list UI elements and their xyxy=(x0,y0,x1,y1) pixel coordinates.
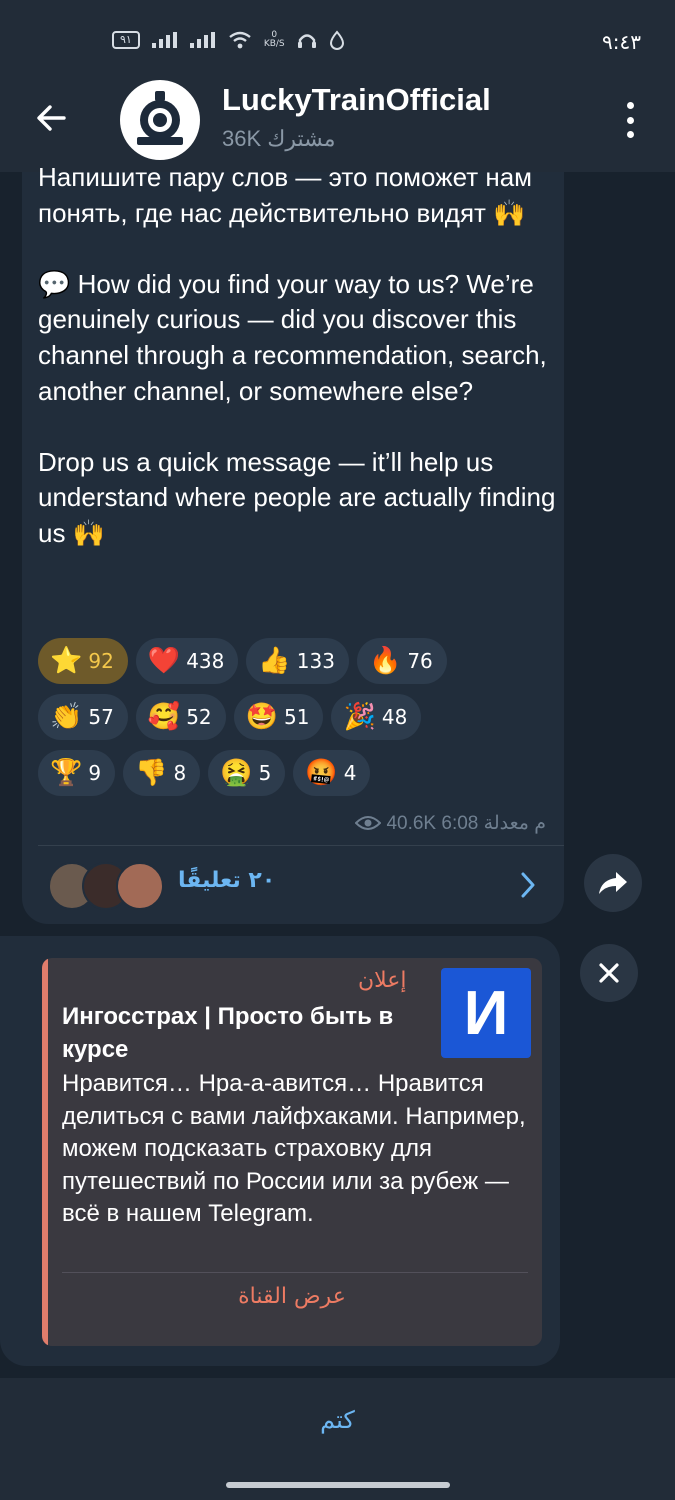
ad-logo: И xyxy=(441,968,531,1058)
message-meta: 40.6K 6:08 م معدلة xyxy=(330,812,546,835)
channel-avatar[interactable] xyxy=(120,80,200,160)
share-button[interactable] xyxy=(584,854,642,912)
reaction-count: 9 xyxy=(88,761,102,785)
star-icon: ⭐ xyxy=(50,646,83,676)
reaction-count: 438 xyxy=(186,649,225,673)
more-options-icon[interactable] xyxy=(618,102,642,138)
chat-header: LuckyTrainOfficial 36K مشترك xyxy=(0,62,675,172)
reaction-cursing[interactable]: 🤬 4 xyxy=(293,750,371,796)
star-struck-icon: 🤩 xyxy=(245,702,279,732)
clock: ٩:٤٣ xyxy=(602,30,641,54)
reaction-clap[interactable]: 👏 57 xyxy=(38,694,128,740)
paragraph-spacer xyxy=(38,409,558,445)
message-paragraph-3: Drop us a quick message — it’ll help us … xyxy=(38,446,556,548)
party-popper-icon: 🎉 xyxy=(343,702,376,732)
reaction-party[interactable]: 🎉 48 xyxy=(331,694,422,740)
message-paragraph-1: Напишите пару слов — это поможет нам пон… xyxy=(38,162,533,228)
mute-button[interactable]: كتم xyxy=(0,1406,675,1434)
signal-icon xyxy=(151,32,178,48)
ad-card[interactable]: إعلان И Ингосстрах | Просто быть в курсе… xyxy=(42,958,542,1346)
close-icon xyxy=(599,963,619,983)
trophy-icon: 🏆 xyxy=(50,758,83,788)
bottom-bar: كتم xyxy=(0,1378,675,1500)
eye-icon xyxy=(354,816,382,830)
reaction-count: 133 xyxy=(296,649,335,673)
reaction-count: 4 xyxy=(343,761,357,785)
message-text: Напишите пару слов — это поможет нам пон… xyxy=(38,160,558,552)
battery-icon: ٩١ xyxy=(112,31,140,49)
subscriber-count: 36K مشترك xyxy=(222,126,336,151)
ad-label: إعلان xyxy=(358,968,407,993)
reaction-star[interactable]: ⭐ 92 xyxy=(38,638,128,684)
close-ad-button[interactable] xyxy=(580,944,638,1002)
data-saver-icon xyxy=(329,30,344,50)
signal-icon-2 xyxy=(189,32,216,48)
comments-count[interactable]: ٢٠ تعليقًا xyxy=(178,868,275,893)
cursing-face-icon: 🤬 xyxy=(305,758,338,788)
vomit-face-icon: 🤮 xyxy=(220,758,253,788)
view-count: 40.6K xyxy=(386,813,437,834)
reaction-vomit[interactable]: 🤮 5 xyxy=(208,750,286,796)
reactions: ⭐ 92 ❤️ 438 👍 133 🔥 76 👏 57 🥰 52 🤩 51 🎉 48 🏆 9 👎 8… xyxy=(38,638,558,806)
reaction-smiling-hearts[interactable]: 🥰 52 xyxy=(135,694,226,740)
reaction-count: 76 xyxy=(407,649,433,673)
reaction-thumbs-up[interactable]: 👍 133 xyxy=(246,638,349,684)
channel-title[interactable]: LuckyTrainOfficial xyxy=(222,82,491,118)
clap-icon: 👏 xyxy=(50,702,83,732)
view-channel-button[interactable]: عرض القناة xyxy=(42,1284,542,1328)
reaction-count: 51 xyxy=(284,705,310,729)
paragraph-spacer xyxy=(38,231,558,267)
message-paragraph-2: 💬 How did you find your way to us? We’re… xyxy=(38,268,547,406)
network-speed-unit: KB/S xyxy=(263,39,285,49)
reaction-trophy[interactable]: 🏆 9 xyxy=(38,750,116,796)
ad-body: Нравится… Нра-а-авится… Нравится делитьс… xyxy=(62,1070,526,1228)
fire-icon: 🔥 xyxy=(368,646,402,676)
chevron-right-icon xyxy=(521,872,535,898)
heart-icon: ❤️ xyxy=(147,646,181,676)
network-speed: 0 KB/S xyxy=(264,31,285,49)
reaction-fire[interactable]: 🔥 76 xyxy=(356,638,447,684)
reaction-count: 92 xyxy=(88,649,114,673)
edited-label: معدلة xyxy=(483,813,529,834)
avatar xyxy=(116,862,164,910)
comments-bar[interactable]: ٢٠ تعليقًا xyxy=(22,846,564,924)
thumbs-down-icon: 👎 xyxy=(135,758,168,788)
ad-divider xyxy=(62,1272,528,1273)
wifi-icon xyxy=(229,31,251,49)
train-logo-icon xyxy=(137,91,183,145)
back-arrow-icon[interactable] xyxy=(34,100,70,136)
reaction-count: 57 xyxy=(88,705,114,729)
home-indicator[interactable] xyxy=(226,1482,450,1488)
reaction-count: 8 xyxy=(173,761,187,785)
reaction-count: 48 xyxy=(381,705,408,729)
status-icons: ٩١ 0 KB/S xyxy=(112,30,345,50)
reaction-star-struck[interactable]: 🤩 51 xyxy=(233,694,324,740)
commenter-avatars xyxy=(48,862,164,910)
reaction-count: 52 xyxy=(186,705,212,729)
headphones-icon xyxy=(297,34,316,48)
smiling-hearts-icon: 🥰 xyxy=(147,702,181,732)
reaction-heart[interactable]: ❤️ 438 xyxy=(135,638,239,684)
share-arrow-icon xyxy=(599,872,627,894)
reaction-count: 5 xyxy=(258,761,272,785)
ad-title: Ингосстрах | Просто быть в курсе xyxy=(62,1003,394,1063)
thumbs-up-icon: 👍 xyxy=(258,646,291,676)
reaction-thumbs-down[interactable]: 👎 8 xyxy=(123,750,201,796)
